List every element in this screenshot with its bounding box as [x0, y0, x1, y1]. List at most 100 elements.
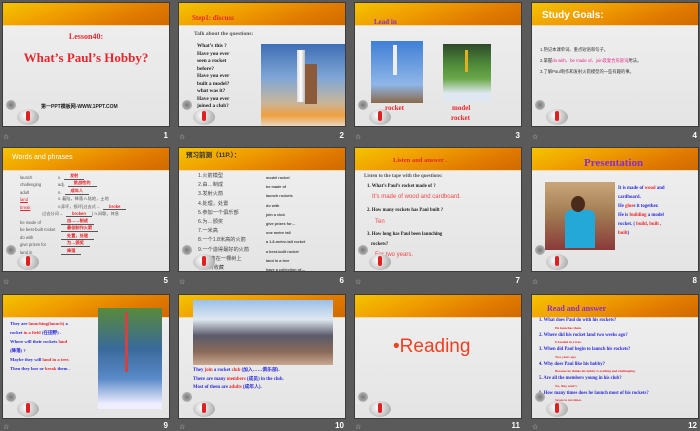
slide-heading: Presentation [584, 157, 644, 169]
word-answer: 降落 [61, 248, 82, 255]
question-item: 6. How many times does he launch most of… [539, 390, 649, 396]
word-answer: 处置，处理 [61, 233, 94, 240]
text-run: He [618, 204, 626, 209]
word-pos: n. [58, 189, 62, 195]
decor-figure-icon [535, 245, 545, 255]
word-term: give prizes for [20, 242, 47, 247]
text-run: rocket. ( [618, 222, 637, 227]
slide-transition-star-icon: ☆ [3, 424, 10, 431]
slide-transition-star-icon: ☆ [355, 279, 362, 286]
text-run: build, built , [636, 222, 662, 227]
text-line: (降落) ? [10, 347, 70, 355]
text-run: s it together. [633, 204, 659, 209]
text-line: 1.熟记本课单词、重点短语和句子。 [540, 44, 641, 55]
english-item: land in a tree [266, 258, 290, 263]
slide-transition-star-icon: ☆ [3, 279, 10, 286]
text-line: They are launching(launch) a [10, 320, 70, 328]
slide-heading: Study Goals: [542, 10, 604, 21]
slide-number: 1 [163, 131, 168, 140]
question-1: 1. What’s Paul’s rocket made of ? [367, 184, 436, 189]
text-run: a rocket [212, 368, 232, 373]
question-3: 3. How long has Paul been launching [367, 232, 443, 237]
question-item: 5. Are all the members young in his club… [539, 376, 622, 381]
word-answer: 由……制成 [61, 218, 94, 225]
text-line: built) [618, 230, 665, 237]
slide-thumbnail-3[interactable]: Lead in rocket model rocket [354, 2, 522, 127]
text-run: a [64, 321, 68, 326]
slide-thumbnail-12[interactable]: Read and answer 1. What does Paul do wit… [531, 294, 699, 419]
decor-figure-icon [535, 392, 545, 402]
word-row: launch v. 发射 [20, 172, 126, 180]
text-run: adults [229, 385, 242, 390]
slide-thumbnail-10[interactable]: They join a rocket club (加入……俱乐部). There … [178, 294, 346, 419]
question-item: What’s this ? [197, 43, 227, 49]
english-item: join a club [266, 212, 285, 217]
word-term: do with [20, 234, 34, 240]
word-answer: 挑战性的 [67, 180, 97, 187]
question-3-cont: rockets? [371, 242, 389, 247]
word-term: adult [20, 189, 30, 195]
word-suffix: ) n.间歇，休息 [91, 211, 119, 216]
text-run: (成年人). [241, 385, 262, 390]
text-run: building [629, 213, 647, 218]
word-term: break [20, 204, 31, 210]
word-row: 过去分词→ broken) n.间歇，休息 [20, 210, 126, 217]
decor-person-icon [17, 254, 39, 270]
slide-thumbnail-8[interactable]: Presentation It is made of wood and cardb… [531, 147, 699, 272]
text-run: They [193, 368, 205, 373]
decor-figure-icon [6, 100, 16, 110]
chinese-item: 8.一个1.8米高的火箭 [198, 237, 246, 244]
word-term: land [20, 197, 28, 202]
answer-item: No, they aren’t. [555, 383, 578, 388]
english-item: do with [266, 203, 280, 208]
decor-person-icon [17, 109, 39, 125]
text-run: Then they lose or [10, 366, 45, 371]
word-row: adult n. 成年人 [20, 187, 126, 195]
text-run: (加入……俱乐部). [240, 368, 280, 373]
word-answer: broken [65, 211, 92, 217]
answer-item: He launches them. [555, 325, 582, 330]
slide-transition-star-icon: ☆ [532, 134, 539, 141]
word-term: challenging [20, 182, 42, 187]
slide-thumbnail-2[interactable]: Step1: discuss Talk about the questions:… [178, 2, 346, 127]
slide-thumbnail-5[interactable]: Words and phrases launch v. 发射 challenging a… [2, 147, 170, 272]
slide-thumbnail-9[interactable]: They are launching(launch) a rocket in a … [2, 294, 170, 419]
slide-thumbnail-4[interactable]: Study Goals: 1.熟记本课单词、重点短语和句子。 2.掌握do wit… [531, 2, 699, 127]
text-line: 2.掌握do with、be made of、join及复合形容词用法。 [540, 55, 641, 66]
text-line: cardboard. [618, 194, 665, 201]
text-run: wood [644, 186, 656, 191]
english-item: model rocket [266, 176, 290, 180]
english-item: one metre tall [266, 231, 291, 236]
chinese-item: 1.火箭模型 [198, 173, 224, 179]
word-answer: 为…颁奖 [61, 240, 90, 247]
text-run: 用法。 [628, 58, 642, 63]
word-row: give prizes for 为…颁奖 [20, 240, 126, 247]
model-rocket-photo [443, 44, 491, 102]
slide-title: •Reading [393, 336, 471, 357]
text-line: There are many members (成员) in the club. [193, 376, 284, 385]
slide-thumbnail-7[interactable]: Listen and answer . Listen to the tape w… [354, 147, 522, 272]
decor-person-icon [546, 109, 568, 125]
text-line: He is building a model [618, 212, 665, 219]
goals-list: 1.熟记本课单词、重点短语和句子。 2.掌握do with、be made of、… [540, 44, 641, 77]
word-row: be made of 由……制成 [20, 217, 126, 225]
text-run: in a field [23, 330, 41, 335]
english-item: a 1.8-metre-tall rocket [266, 240, 306, 245]
question-item: what was it? [197, 88, 226, 94]
text-run: 2.掌握 [540, 58, 553, 63]
slide-number: 2 [339, 131, 344, 140]
slide-number: 8 [692, 276, 697, 285]
boy-building-rocket-photo [545, 182, 615, 250]
slide-transition-star-icon: ☆ [355, 424, 362, 431]
text-run: do with、be made of、join及复合形容词 [552, 58, 629, 63]
slide-thumbnail-1[interactable]: Lesson40: What’s Paul’s Hobby? 第一PPT模板网-… [2, 2, 170, 127]
slide-thumbnail-6[interactable]: 预习前测（11P.）： 1.火箭模型 2.由…制成 3.发射火箭 4.处理，处置 5.参… [178, 147, 346, 272]
text-run: and [655, 186, 665, 191]
question-list: What’s this ? Have you ever seen a rocket b… [197, 43, 229, 111]
decor-person-icon [369, 109, 391, 125]
slide-thumbnail-11[interactable]: •Reading [354, 294, 522, 419]
decor-figure-icon [6, 392, 16, 402]
word-pos: v. 着陆，降落 n.陆地，土地 [58, 196, 109, 201]
english-list: model rocket be made of launch rockets do w… [266, 174, 306, 271]
chinese-item: 2.由…制成 [198, 182, 224, 189]
